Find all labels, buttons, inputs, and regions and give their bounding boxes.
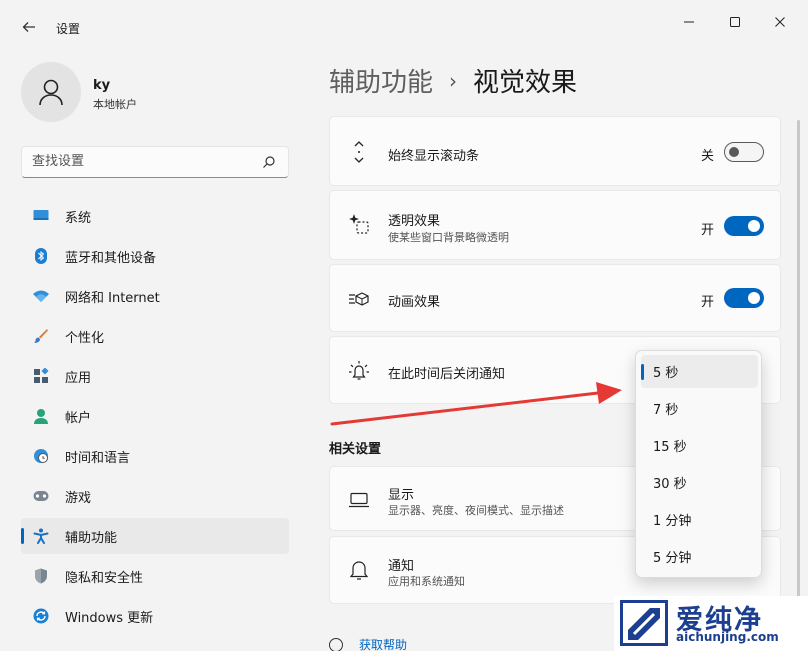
sidebar-item-network[interactable]: 网络和 Internet bbox=[21, 278, 289, 314]
sparkle-icon bbox=[348, 213, 370, 235]
scrollbars-toggle[interactable] bbox=[724, 142, 764, 162]
sidebar-item-accessibility[interactable]: 辅助功能 bbox=[21, 518, 289, 554]
setting-title: 始终显示滚动条 bbox=[388, 149, 480, 164]
sidebar-item-label: 系统 bbox=[65, 210, 92, 226]
sidebar-item-label: 游戏 bbox=[65, 490, 92, 506]
title-bar: 设置 bbox=[0, 0, 808, 44]
setting-title: 显示 bbox=[388, 488, 415, 503]
user-name: ky bbox=[93, 78, 111, 93]
aichunjing-logo bbox=[620, 600, 668, 646]
account-icon bbox=[33, 408, 49, 424]
minimize-button[interactable] bbox=[667, 8, 711, 36]
notification-timeout-dropdown[interactable]: 5 秒 7 秒 15 秒 30 秒 1 分钟 5 分钟 bbox=[635, 350, 762, 578]
sidebar-item-label: 个性化 bbox=[65, 330, 105, 346]
setting-card-scrollbars: 始终显示滚动条 关 bbox=[329, 116, 781, 186]
sidebar-item-label: Windows 更新 bbox=[65, 610, 154, 626]
person-icon bbox=[39, 79, 63, 106]
maximize-button[interactable] bbox=[713, 8, 757, 36]
avatar bbox=[21, 62, 81, 122]
toggle-state-label: 关 bbox=[700, 149, 714, 164]
bell-icon bbox=[348, 559, 370, 581]
setting-subtitle: 显示器、亮度、夜间模式、显示描述 bbox=[388, 504, 564, 517]
accessibility-icon bbox=[33, 528, 49, 544]
sidebar-item-label: 辅助功能 bbox=[65, 530, 118, 546]
dropdown-option[interactable]: 15 秒 bbox=[641, 429, 758, 462]
sidebar-item-time-language[interactable]: 时间和语言 bbox=[21, 438, 289, 474]
dropdown-option[interactable]: 7 秒 bbox=[641, 392, 758, 425]
close-icon bbox=[775, 17, 785, 27]
update-icon bbox=[33, 608, 49, 624]
transparency-toggle[interactable] bbox=[724, 216, 764, 236]
back-button[interactable] bbox=[14, 12, 44, 42]
sidebar-item-label: 网络和 Internet bbox=[65, 290, 160, 306]
setting-title: 动画效果 bbox=[388, 295, 441, 310]
sidebar-item-label: 应用 bbox=[65, 370, 92, 386]
setting-card-transparency: 透明效果 使某些窗口背景略微透明 开 bbox=[329, 190, 781, 260]
breadcrumb-separator: › bbox=[449, 68, 458, 93]
sidebar-item-gaming[interactable]: 游戏 bbox=[21, 478, 289, 514]
sidebar-item-bluetooth[interactable]: 蓝牙和其他设备 bbox=[21, 238, 289, 274]
settings-window: 设置 ky 本地帐户 系统 蓝牙和其他设备 bbox=[0, 0, 808, 651]
sidebar-item-label: 时间和语言 bbox=[65, 450, 131, 466]
dropdown-option[interactable]: 30 秒 bbox=[641, 466, 758, 499]
dropdown-option[interactable]: 5 秒 bbox=[641, 355, 758, 388]
animation-toggle[interactable] bbox=[724, 288, 764, 308]
setting-title: 在此时间后关闭通知 bbox=[388, 367, 506, 382]
get-help-link[interactable]: 获取帮助 bbox=[329, 636, 407, 651]
sidebar-item-personalization[interactable]: 个性化 bbox=[21, 318, 289, 354]
globe-clock-icon bbox=[33, 448, 49, 464]
sidebar-item-privacy[interactable]: 隐私和安全性 bbox=[21, 558, 289, 594]
search-box[interactable] bbox=[21, 146, 289, 178]
sidebar-item-apps[interactable]: 应用 bbox=[21, 358, 289, 394]
bell-sun-icon bbox=[348, 360, 370, 382]
setting-title: 透明效果 bbox=[388, 214, 441, 229]
maximize-icon bbox=[730, 17, 740, 27]
page-title: 视觉效果 bbox=[473, 68, 578, 98]
back-arrow-icon bbox=[22, 22, 35, 32]
sidebar-item-windows-update[interactable]: Windows 更新 bbox=[21, 598, 289, 634]
toggle-state-label: 开 bbox=[700, 223, 714, 238]
animation-icon bbox=[348, 288, 370, 310]
shield-icon bbox=[33, 568, 49, 584]
dropdown-option[interactable]: 1 分钟 bbox=[641, 503, 758, 536]
display-icon bbox=[348, 489, 370, 511]
get-help-label: 获取帮助 bbox=[359, 638, 408, 651]
scroll-arrows-icon bbox=[348, 141, 370, 163]
user-account-type: 本地帐户 bbox=[93, 98, 137, 111]
setting-card-animation: 动画效果 开 bbox=[329, 264, 781, 332]
sidebar-item-label: 隐私和安全性 bbox=[65, 570, 144, 586]
sidebar-item-accounts[interactable]: 帐户 bbox=[21, 398, 289, 434]
related-settings-title: 相关设置 bbox=[329, 442, 382, 457]
main-scrollbar[interactable] bbox=[797, 120, 800, 620]
breadcrumb: 辅助功能 › 视觉效果 bbox=[329, 62, 577, 99]
sidebar-item-system[interactable]: 系统 bbox=[21, 198, 289, 234]
watermark-url: aichunjing.com bbox=[676, 630, 779, 644]
close-button[interactable] bbox=[758, 8, 802, 36]
help-icon bbox=[329, 637, 343, 651]
setting-subtitle: 应用和系统通知 bbox=[388, 575, 465, 588]
breadcrumb-parent[interactable]: 辅助功能 bbox=[329, 62, 433, 99]
search-icon[interactable] bbox=[262, 155, 276, 169]
setting-subtitle: 使某些窗口背景略微透明 bbox=[388, 231, 509, 244]
sidebar-nav: 系统 蓝牙和其他设备 网络和 Internet 个性化 应用 帐户 时间和语言 bbox=[21, 198, 289, 638]
dropdown-option[interactable]: 5 分钟 bbox=[641, 540, 758, 573]
watermark: 爱纯净 aichunjing.com bbox=[614, 596, 808, 651]
sidebar-item-label: 帐户 bbox=[65, 410, 92, 426]
apps-icon bbox=[33, 368, 49, 384]
search-input[interactable] bbox=[32, 154, 252, 169]
monitor-icon bbox=[33, 208, 49, 224]
minimize-icon bbox=[684, 21, 694, 23]
gamepad-icon bbox=[33, 488, 49, 504]
sidebar-item-label: 蓝牙和其他设备 bbox=[65, 250, 157, 266]
brush-icon bbox=[33, 328, 49, 344]
bluetooth-icon bbox=[33, 248, 49, 264]
toggle-state-label: 开 bbox=[700, 295, 714, 310]
setting-title: 通知 bbox=[388, 559, 415, 574]
app-title: 设置 bbox=[56, 22, 81, 36]
wifi-icon bbox=[33, 288, 49, 304]
